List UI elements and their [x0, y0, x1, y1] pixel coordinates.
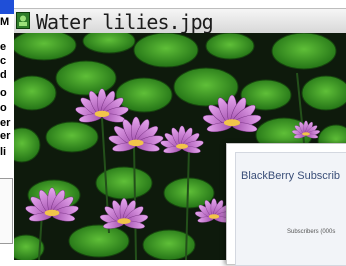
image-viewer-titlebar[interactable]: Water lilies.jpg [14, 8, 346, 34]
strip-text: er [0, 117, 11, 129]
selection-highlight [0, 0, 14, 14]
chart-title: BlackBerry Subscrib [241, 170, 341, 182]
strip-text: o [0, 102, 7, 114]
strip-text: li [0, 146, 7, 158]
strip-text: er [0, 130, 11, 142]
image-file-icon [16, 12, 30, 29]
strip-text: M [0, 16, 10, 28]
overlapping-chart-window[interactable]: BlackBerry Subscrib Subscribers (000s [226, 143, 346, 266]
strip-text: o [0, 87, 7, 99]
window-title: Water lilies.jpg [36, 10, 214, 34]
chart-axis-label: Subscribers (000s [287, 229, 336, 235]
strip-text: c [0, 55, 7, 67]
strip-text: e [0, 41, 7, 53]
background-panel [0, 178, 13, 244]
strip-text: d [0, 69, 7, 81]
background-window-strip: M e c d o o er er li [0, 0, 14, 260]
